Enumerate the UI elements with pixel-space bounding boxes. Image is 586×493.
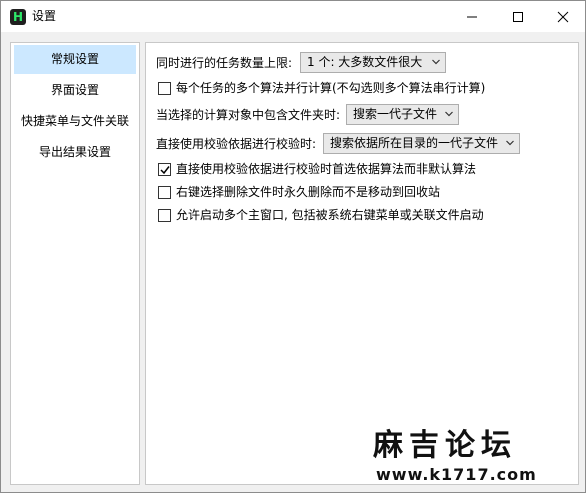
app-icon: H (10, 9, 26, 25)
sidebar-item-general[interactable]: 常规设置 (14, 45, 136, 74)
verify-basis-select[interactable]: 搜索依据所在目录的一代子文件 (323, 133, 520, 154)
title-bar[interactable]: H 设置 (1, 1, 585, 32)
window-title: 设置 (32, 9, 57, 23)
close-icon (557, 11, 569, 23)
general-settings-panel: 同时进行的任务数量上限: 1 个: 大多数文件很大 每个任务的多个算法并行计算(… (145, 42, 579, 485)
watermark-title: 麻吉论坛 (373, 428, 517, 463)
checkmark-icon (160, 166, 170, 175)
prefer-basis-algorithm-checkbox[interactable] (158, 163, 171, 176)
concurrent-tasks-select[interactable]: 1 个: 大多数文件很大 (300, 52, 446, 73)
multi-window-checkbox[interactable] (158, 209, 171, 222)
multi-window-label: 允许启动多个主窗口, 包括被系统右键菜单或关联文件启动 (176, 208, 484, 222)
parallel-algorithms-label: 每个任务的多个算法并行计算(不勾选则多个算法串行计算) (176, 81, 486, 95)
chevron-down-icon (432, 59, 440, 65)
minimize-button[interactable] (449, 1, 495, 32)
verify-basis-label: 直接使用校验依据进行校验时: (156, 137, 317, 151)
folder-handling-value: 搜索一代子文件 (353, 107, 438, 121)
sidebar-item-export[interactable]: 导出结果设置 (14, 138, 136, 167)
concurrent-tasks-label: 同时进行的任务数量上限: (156, 56, 293, 70)
maximize-icon (513, 12, 523, 22)
sidebar-item-shortcuts[interactable]: 快捷菜单与文件关联 (14, 107, 136, 136)
sidebar-item-interface[interactable]: 界面设置 (14, 76, 136, 105)
chevron-down-icon (445, 111, 453, 117)
minimize-icon (467, 16, 477, 18)
chevron-down-icon (506, 140, 514, 146)
parallel-algorithms-checkbox[interactable] (158, 82, 171, 95)
prefer-basis-algorithm-label: 直接使用校验依据进行校验时首选依据算法而非默认算法 (176, 162, 477, 176)
verify-basis-value: 搜索依据所在目录的一代子文件 (330, 136, 499, 150)
permanent-delete-checkbox[interactable] (158, 186, 171, 199)
close-button[interactable] (540, 1, 586, 32)
settings-window: H 设置 常规设置 界面设置 快捷菜单与文件关联 导出结果设置 同时进行的任务数… (0, 0, 586, 493)
concurrent-tasks-value: 1 个: 大多数文件很大 (307, 55, 423, 69)
folder-handling-select[interactable]: 搜索一代子文件 (346, 104, 459, 125)
folder-handling-label: 当选择的计算对象中包含文件夹时: (156, 108, 341, 122)
watermark-url: www.k1717.com (376, 465, 537, 484)
permanent-delete-label: 右键选择删除文件时永久删除而不是移动到回收站 (176, 185, 441, 199)
settings-nav: 常规设置 界面设置 快捷菜单与文件关联 导出结果设置 (10, 42, 140, 485)
maximize-button[interactable] (495, 1, 541, 32)
